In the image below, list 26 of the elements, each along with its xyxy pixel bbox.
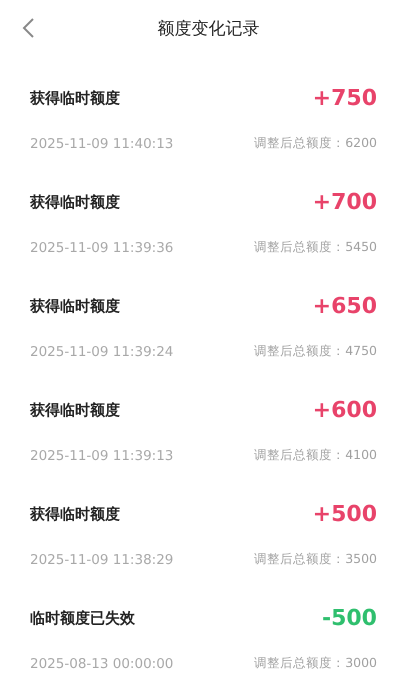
record-time: 2025-11-09 11:39:36	[30, 240, 174, 256]
record-title: 获得临时额度	[30, 89, 121, 108]
total-limit: 调整后总额度：3500	[254, 551, 377, 568]
record-time: 2025-08-13 00:00:00	[30, 656, 174, 672]
amount: -500	[322, 606, 377, 631]
record-title: 获得临时额度	[30, 401, 121, 420]
amount: +650	[312, 294, 377, 319]
amount: +500	[312, 502, 377, 527]
record-time: 2025-11-09 11:38:29	[30, 552, 174, 568]
record-title: 获得临时额度	[30, 193, 121, 212]
back-icon	[21, 17, 35, 39]
total-limit: 调整后总额度：6200	[254, 135, 377, 152]
total-limit: 调整后总额度：4750	[254, 343, 377, 360]
record-title: 临时额度已失效	[30, 609, 136, 628]
total-limit: 调整后总额度：5450	[254, 239, 377, 256]
amount: +700	[312, 190, 377, 215]
amount: +600	[312, 398, 377, 423]
record-time: 2025-11-09 11:39:13	[30, 448, 174, 464]
page-title: 额度变化记录	[158, 18, 260, 40]
total-limit: 调整后总额度：3000	[254, 655, 377, 672]
record-time: 2025-11-09 11:40:13	[30, 136, 174, 152]
total-limit: 调整后总额度：4100	[254, 447, 377, 464]
amount: +750	[312, 86, 377, 111]
record-time: 2025-11-09 11:39:24	[30, 344, 174, 360]
record-title: 获得临时额度	[30, 297, 121, 316]
record-title: 获得临时额度	[30, 505, 121, 524]
